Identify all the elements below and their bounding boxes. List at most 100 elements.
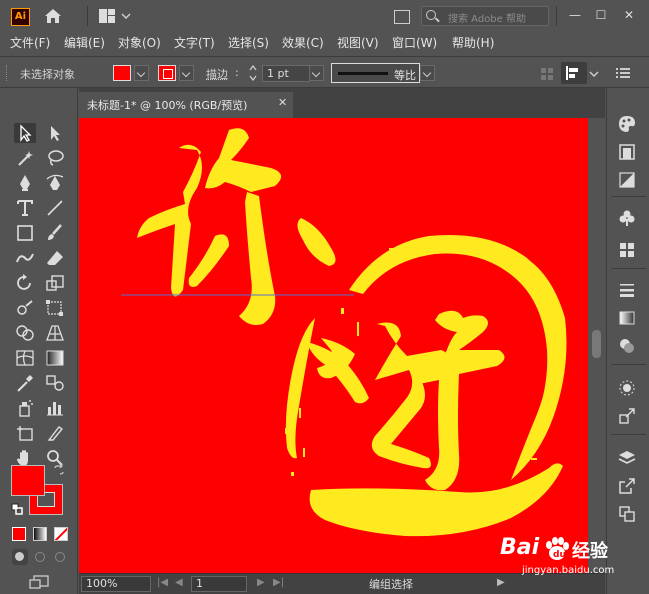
screen-mode-icon[interactable]	[28, 574, 50, 590]
brush-definition-select[interactable]: 等比	[331, 63, 420, 83]
swatches-icon	[620, 243, 634, 257]
color-guide-icon	[619, 144, 635, 160]
fill-dropdown-button[interactable]	[134, 65, 149, 81]
direct-selection-tool[interactable]	[44, 123, 66, 143]
selection-tool[interactable]	[14, 123, 36, 143]
column-graph-tool[interactable]	[44, 398, 66, 418]
menu-select[interactable]: 选择(S)	[228, 34, 269, 51]
export-icon	[619, 408, 635, 424]
magic-wand-tool[interactable]	[14, 148, 36, 168]
club-icon	[619, 210, 635, 226]
perspective-grid-tool[interactable]	[44, 323, 66, 343]
current-tool-status: 编组选择	[369, 578, 413, 591]
symbols-panel-button[interactable]	[617, 208, 637, 228]
first-artboard-icon[interactable]: |◀	[157, 577, 168, 588]
export-for-screens-button[interactable]	[617, 406, 637, 426]
shape-builder-tool[interactable]	[14, 323, 36, 343]
free-transform-tool[interactable]	[44, 298, 66, 318]
zoom-level-select[interactable]: 100%	[81, 576, 151, 592]
home-icon[interactable]	[43, 7, 63, 25]
fill-swatch[interactable]	[113, 65, 131, 81]
warp-tool[interactable]	[14, 298, 36, 318]
menu-effect[interactable]: 效果(C)	[282, 34, 324, 51]
close-button[interactable]: ✕	[618, 6, 640, 26]
last-artboard-icon[interactable]: ▶|	[273, 577, 284, 588]
menu-object[interactable]: 对象(O)	[118, 34, 161, 51]
gradient-panel-button[interactable]	[617, 170, 637, 190]
menu-file[interactable]: 文件(F)	[10, 34, 50, 51]
graphic-styles-button[interactable]	[617, 378, 637, 398]
stroke-label[interactable]: 描边	[206, 66, 228, 82]
free-transform-icon	[46, 300, 63, 316]
default-colors-icon[interactable]	[11, 503, 23, 515]
menu-window[interactable]: 窗口(W)	[392, 34, 437, 51]
vertical-scrollbar[interactable]	[592, 330, 601, 358]
minimize-button[interactable]: —	[564, 6, 586, 26]
warp-icon	[17, 300, 33, 315]
artboard-canvas[interactable]	[79, 118, 588, 573]
artboard-number-input[interactable]: 1	[191, 576, 247, 592]
fill-color-indicator[interactable]	[11, 465, 45, 496]
symbol-sprayer-tool[interactable]	[14, 398, 36, 418]
draw-inside-button[interactable]	[52, 549, 68, 565]
appearance-panel-button[interactable]	[617, 336, 637, 356]
lasso-tool[interactable]	[44, 148, 66, 168]
line-segment-tool[interactable]	[44, 198, 66, 218]
color-mode-button[interactable]	[12, 527, 26, 541]
layers-panel-button[interactable]	[617, 448, 637, 468]
workspace-layout-icon[interactable]	[98, 8, 116, 24]
slice-tool[interactable]	[44, 423, 66, 443]
color-panel-button[interactable]	[617, 114, 637, 134]
grid-icon[interactable]	[540, 67, 554, 81]
stroke-stepper[interactable]	[248, 63, 258, 83]
align-options-button[interactable]	[561, 62, 587, 84]
hao-nu-part	[317, 322, 449, 469]
swatches-panel-button[interactable]	[617, 240, 637, 260]
appearance-icon	[620, 339, 634, 353]
none-mode-button[interactable]	[54, 527, 68, 541]
blend-tool[interactable]	[44, 373, 66, 393]
search-input[interactable]: 搜索 Adobe 帮助	[421, 6, 549, 26]
mesh-tool[interactable]	[14, 348, 36, 368]
brush-dropdown-button[interactable]	[420, 65, 435, 81]
gradient-mode-button[interactable]	[33, 527, 47, 541]
paintbrush-tool[interactable]	[44, 223, 66, 243]
maximize-button[interactable]: ☐	[590, 6, 612, 26]
color-guide-button[interactable]	[617, 142, 637, 162]
artboard-tool[interactable]	[14, 423, 36, 443]
draw-behind-button[interactable]	[32, 549, 48, 565]
asset-export-button[interactable]	[617, 476, 637, 496]
draw-normal-button[interactable]	[12, 549, 28, 565]
pen-tool[interactable]	[14, 173, 36, 193]
menu-view[interactable]: 视图(V)	[337, 34, 379, 51]
gradient-tool[interactable]	[44, 348, 66, 368]
chevron-down-icon[interactable]	[589, 71, 599, 77]
eraser-tool[interactable]	[44, 248, 66, 268]
panel-arrange-icon[interactable]	[394, 10, 410, 24]
chevron-down-icon[interactable]	[121, 13, 131, 19]
previous-artboard-icon[interactable]: ◀	[175, 577, 183, 588]
type-tool[interactable]	[14, 198, 36, 218]
curvature-tool[interactable]	[44, 173, 66, 193]
shaper-tool[interactable]	[14, 248, 36, 268]
perspective-grid-icon	[46, 325, 64, 341]
scale-tool[interactable]	[44, 273, 66, 293]
menu-help[interactable]: 帮助(H)	[452, 34, 494, 51]
eyedropper-tool[interactable]	[14, 373, 36, 393]
tab-document[interactable]: 未标题-1* @ 100% (RGB/预览) ✕	[79, 92, 293, 118]
transparency-panel-button[interactable]	[617, 308, 637, 328]
next-artboard-icon[interactable]: ▶	[257, 577, 265, 588]
rotate-tool[interactable]	[14, 273, 36, 293]
stroke-weight-dropdown[interactable]	[309, 65, 324, 81]
stroke-weight-input[interactable]: 1 pt	[262, 65, 310, 82]
rectangle-tool[interactable]	[14, 223, 36, 243]
stroke-dropdown-button[interactable]	[179, 65, 194, 81]
close-tab-icon[interactable]: ✕	[278, 96, 287, 109]
menu-type[interactable]: 文字(T)	[174, 34, 215, 51]
stroke-panel-button[interactable]	[617, 280, 637, 300]
stroke-swatch[interactable]	[158, 65, 176, 81]
swap-colors-icon[interactable]	[53, 464, 65, 476]
menu-edit[interactable]: 编辑(E)	[64, 34, 105, 51]
artboards-panel-button[interactable]	[617, 504, 637, 524]
panel-menu-icon[interactable]	[616, 67, 630, 79]
